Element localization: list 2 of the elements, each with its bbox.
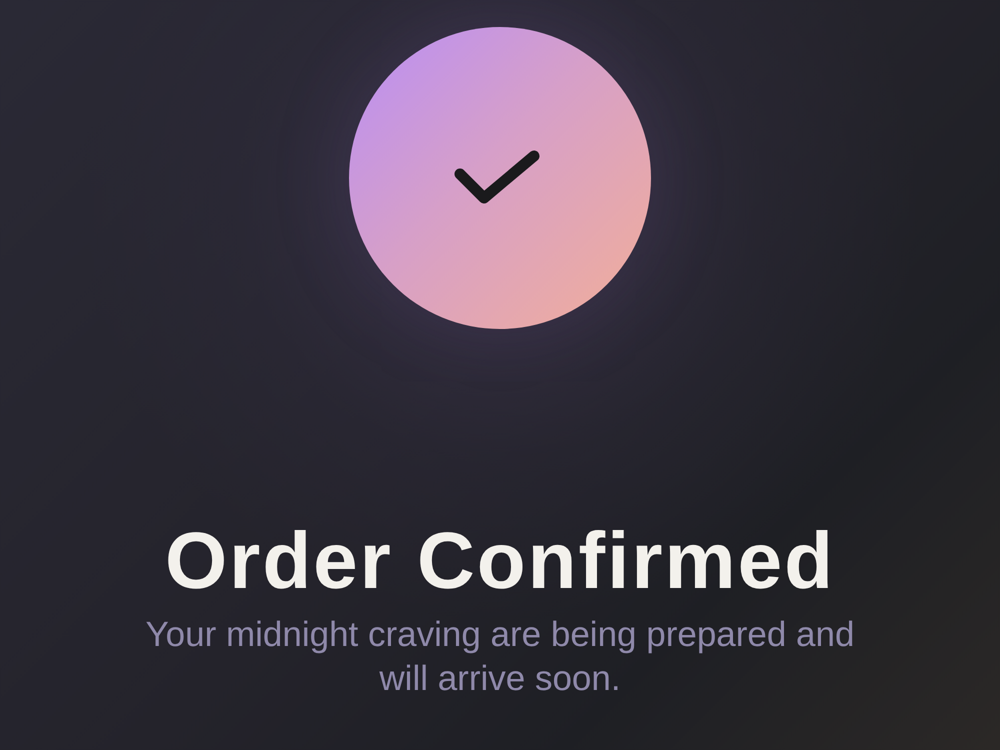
confirmation-message: Your midnight craving are being prepared and will arrive soon.	[144, 614, 856, 700]
order-confirmed-title: Order Confirmed	[164, 517, 836, 605]
